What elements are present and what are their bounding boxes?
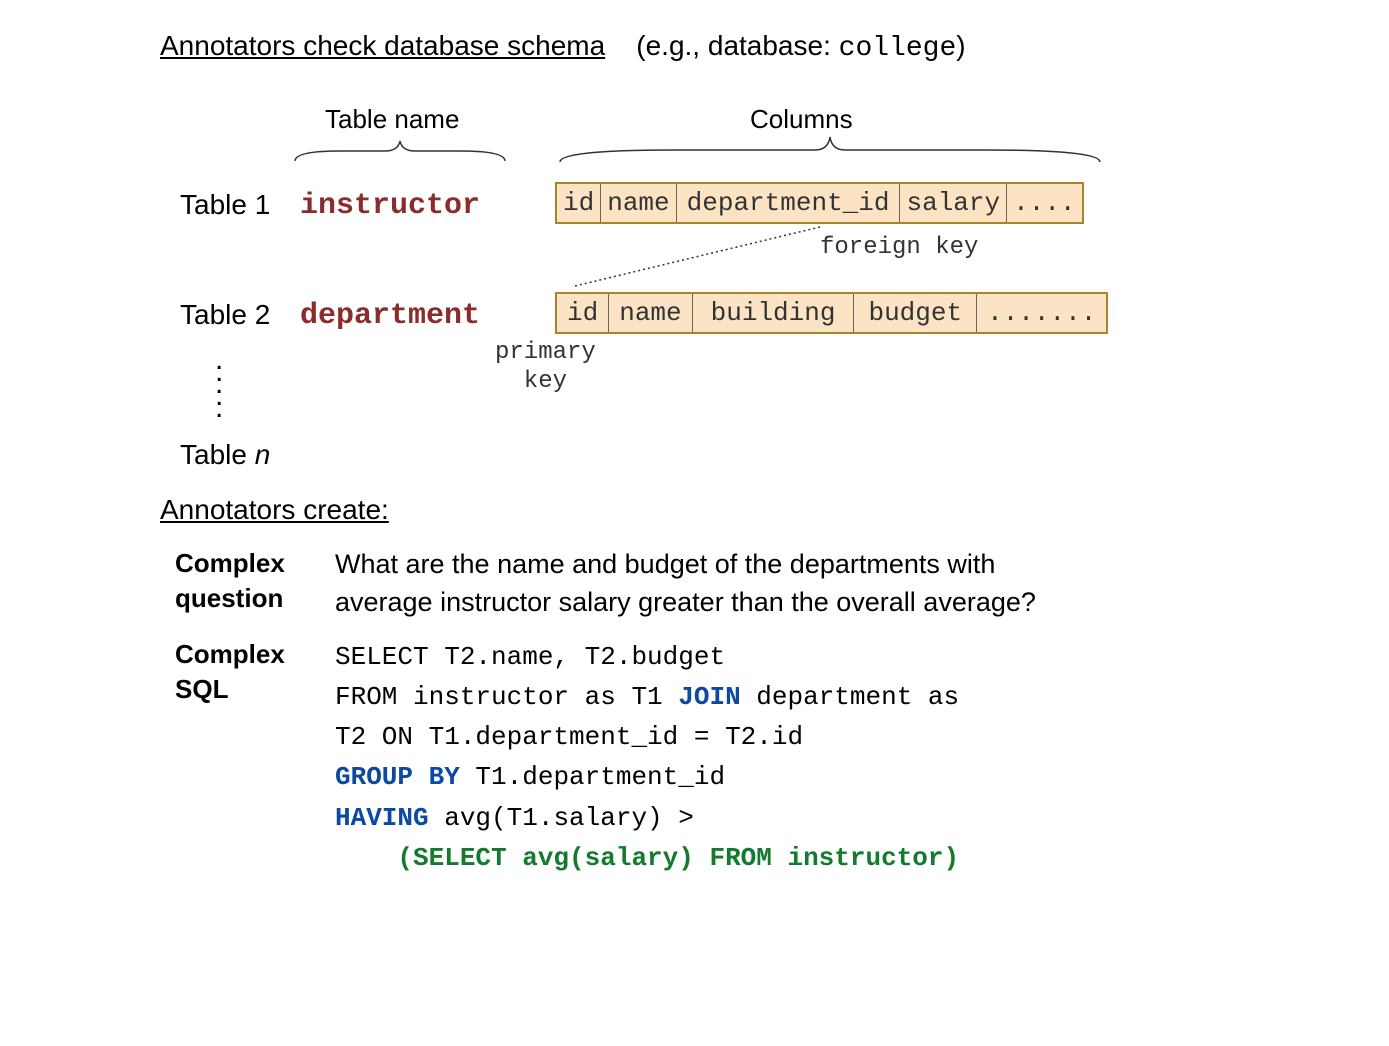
brace-columns xyxy=(555,132,1105,167)
annotators-create-header: Annotators create: xyxy=(160,494,1359,526)
table1-columns: id name department_id salary .... xyxy=(555,182,1084,224)
table2-col-id: id xyxy=(557,294,609,332)
complex-sql-code: SELECT T2.name, T2.budget FROM instructo… xyxy=(335,637,1359,879)
table2-columns: id name building budget ....... xyxy=(555,292,1108,334)
table2-col-building: building xyxy=(693,294,855,332)
table1-col-deptid: department_id xyxy=(677,184,901,222)
complex-question-block: Complex question What are the name and b… xyxy=(175,546,1359,622)
label-table-name: Table name xyxy=(325,104,459,135)
table2-col-budget: budget xyxy=(854,294,977,332)
foreign-key-label: foreign key xyxy=(820,234,978,261)
table2-label: Table 2 xyxy=(180,299,270,331)
schema-diagram: Table name Columns Table 1 instructor id… xyxy=(160,104,1359,474)
header-section: Annotators check database schema (e.g., … xyxy=(160,30,1359,64)
table1-col-id: id xyxy=(557,184,601,222)
table1-label: Table 1 xyxy=(180,189,270,221)
pk-word1: primary xyxy=(495,339,596,366)
table1-name: instructor xyxy=(300,189,480,223)
complex-sql-label: Complex SQL xyxy=(175,637,335,879)
header-example-db: college xyxy=(839,33,957,64)
complex-question-text: What are the name and budget of the depa… xyxy=(335,546,1095,622)
table1-col-salary: salary xyxy=(900,184,1007,222)
complex-sql-block: Complex SQL SELECT T2.name, T2.budget FR… xyxy=(175,637,1359,879)
header-title: Annotators check database schema xyxy=(160,30,605,61)
table-n-label: Table n xyxy=(180,439,270,471)
label-columns: Columns xyxy=(750,104,853,135)
header-example-suffix: ) xyxy=(956,30,965,61)
foreign-key-line xyxy=(570,224,830,294)
table2-name: department xyxy=(300,299,480,333)
header-example-prefix: (e.g., database: xyxy=(636,30,838,61)
complex-question-label: Complex question xyxy=(175,546,335,622)
primary-key-label: primary key xyxy=(495,339,596,397)
table2-col-more: ....... xyxy=(977,294,1106,332)
table1-col-more: .... xyxy=(1007,184,1081,222)
table2-col-name: name xyxy=(609,294,692,332)
brace-table-name xyxy=(290,136,510,166)
pk-word2: key xyxy=(524,368,567,395)
table1-col-name: name xyxy=(601,184,676,222)
vertical-dots: ..... xyxy=(215,354,223,414)
